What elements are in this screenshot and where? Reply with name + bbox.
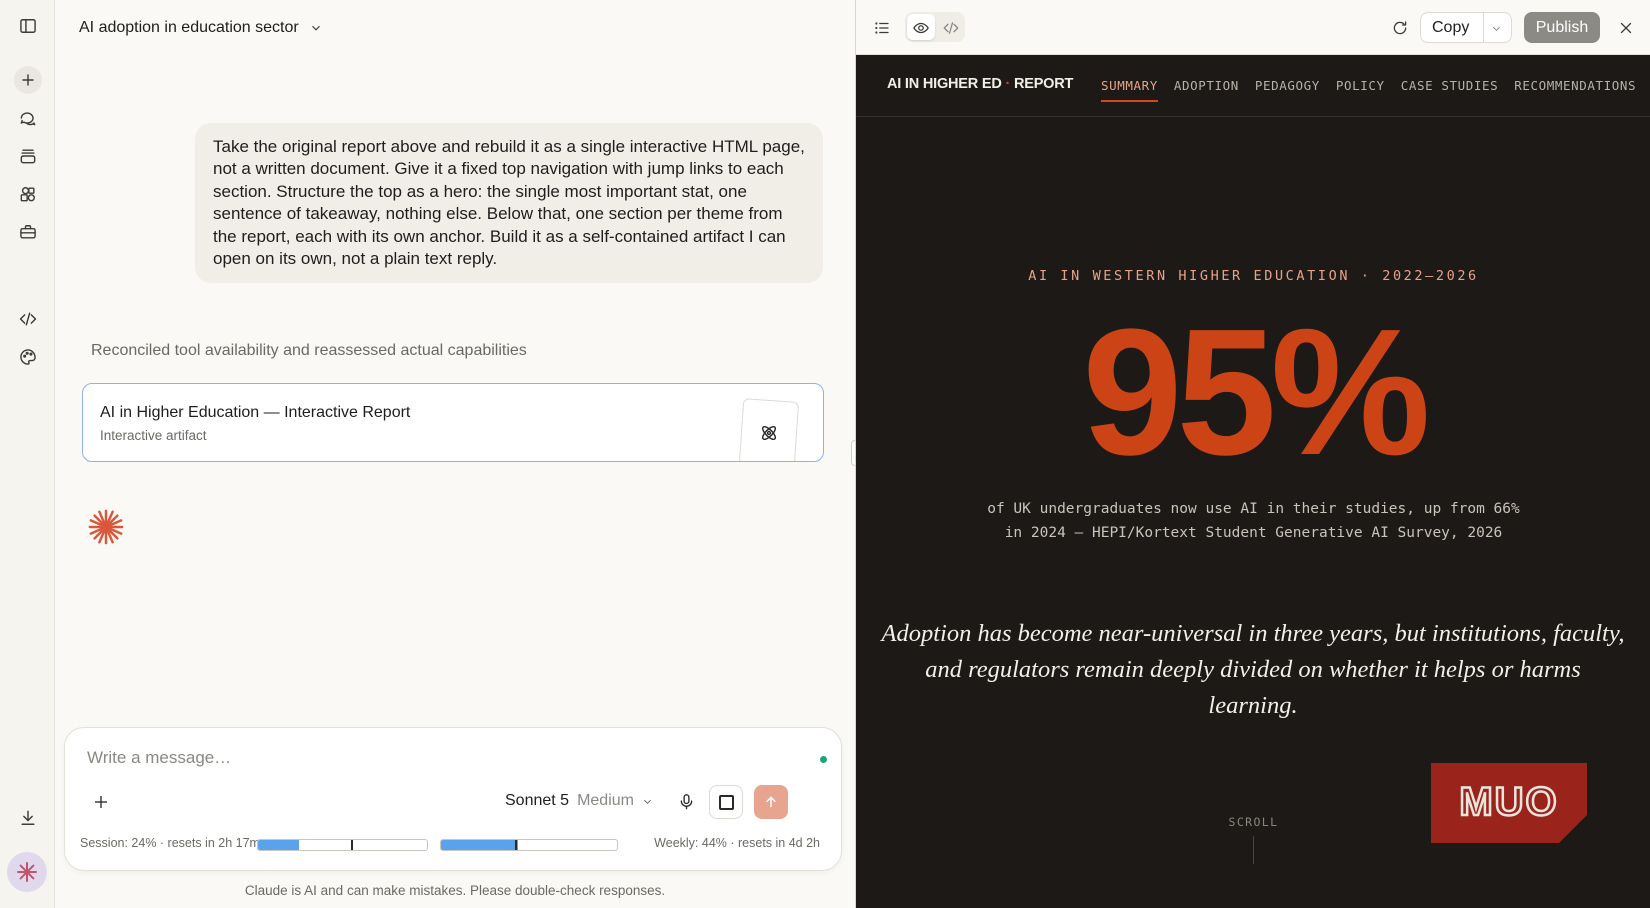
loading-spark-icon <box>88 509 124 545</box>
artifact-card-title: AI in Higher Education — Interactive Rep… <box>100 404 411 421</box>
weekly-usage-bar <box>440 839 618 851</box>
hero-kicker: AI IN WESTERN HIGHER EDUCATION · 2022–20… <box>1028 268 1479 284</box>
artifact-toolbar: Copy Publish <box>856 0 1650 55</box>
session-usage-bar <box>257 839 428 851</box>
voice-input-button[interactable] <box>673 788 699 814</box>
report-top-nav: AI IN HIGHER ED · REPORT SUMMARY ADOPTIO… <box>856 55 1650 117</box>
chevron-down-icon[interactable] <box>1491 23 1502 34</box>
artifact-panel: Copy Publish AI IN HIGHER ED · REPORT SU… <box>855 0 1650 908</box>
stop-icon <box>718 794 734 810</box>
usage-meter: Session: 24% · resets in 2h 17m Weekly: … <box>80 833 820 853</box>
scroll-indicator-line <box>1253 836 1254 864</box>
model-effort: Medium <box>577 792 634 809</box>
weekly-usage-marker <box>514 840 517 850</box>
chevron-down-icon <box>643 799 652 804</box>
artifact-thumbnail <box>738 398 800 461</box>
copy-button-label: Copy <box>1432 19 1470 36</box>
sidebar-rail <box>0 0 55 908</box>
download-icon[interactable] <box>14 804 42 832</box>
publish-button[interactable]: Publish <box>1524 12 1600 43</box>
brand-tail: REPORT <box>1013 76 1074 92</box>
nav-link-summary[interactable]: SUMMARY <box>1101 78 1158 102</box>
atom-icon <box>761 425 777 441</box>
scroll-indicator-label: SCROLL <box>1228 815 1279 829</box>
claude-spark-icon <box>17 862 37 882</box>
artifact-card-subtitle: Interactive artifact <box>100 428 207 443</box>
user-message: Take the original report above and rebui… <box>195 123 823 284</box>
message-input[interactable]: Write a message… <box>87 748 231 768</box>
report-nav-links: SUMMARY ADOPTION PEDAGOGY POLICY CASE ST… <box>1101 78 1636 102</box>
session-usage-marker <box>350 840 353 850</box>
message-composer: Write a message… Sonnet 5 Medium Session… <box>64 727 842 871</box>
artifact-card[interactable]: AI in Higher Education — Interactive Rep… <box>82 383 824 462</box>
artifacts-icon[interactable] <box>14 180 42 208</box>
weekly-usage-label: Weekly: 44% · resets in 4d 2h <box>654 836 820 850</box>
add-attachment-button[interactable] <box>89 790 113 814</box>
new-chat-icon[interactable] <box>14 66 42 94</box>
thinking-status[interactable]: Reconciled tool availability and reasses… <box>91 342 527 360</box>
arrow-up-icon <box>766 796 776 808</box>
copy-button[interactable]: Copy <box>1420 12 1512 43</box>
model-name: Sonnet 5 <box>505 792 570 809</box>
session-usage-label: Session: 24% · resets in 2h 17m <box>80 836 260 850</box>
copy-split-divider <box>1483 13 1484 42</box>
plus-icon <box>95 796 107 808</box>
chevron-down-icon <box>311 25 320 31</box>
model-selector[interactable]: Sonnet 5 Medium <box>505 792 653 810</box>
chats-icon[interactable] <box>14 104 42 132</box>
sidebar-toggle-icon[interactable] <box>14 12 42 40</box>
palette-icon[interactable] <box>14 343 42 371</box>
muo-watermark-logo: MUO <box>1431 763 1587 843</box>
hero-stat-description: of UK undergraduates now use AI in their… <box>987 501 1520 541</box>
hero-stat: 95% <box>1082 292 1430 493</box>
report-brand[interactable]: AI IN HIGHER ED · REPORT <box>887 76 1073 92</box>
toolbox-icon[interactable] <box>14 218 42 246</box>
nav-link-adoption[interactable]: ADOPTION <box>1174 78 1239 93</box>
preview-eye-icon[interactable] <box>909 16 933 40</box>
session-usage-fill <box>258 840 299 850</box>
conversation-title-text: AI adoption in education sector <box>79 19 299 36</box>
microphone-icon <box>680 793 692 809</box>
nav-link-pedagogy[interactable]: PEDAGOGY <box>1255 78 1320 93</box>
brand-main: AI IN HIGHER ED <box>887 76 1002 92</box>
send-button[interactable] <box>754 785 788 819</box>
refresh-icon[interactable] <box>1387 15 1413 41</box>
nav-link-recommendations[interactable]: RECOMMENDATIONS <box>1514 78 1636 93</box>
chat-pane: AI adoption in education sector Take the… <box>55 0 855 908</box>
code-view-icon[interactable] <box>939 16 963 40</box>
hero-takeaway: Adoption has become near-universal in th… <box>881 620 1625 719</box>
avatar[interactable] <box>7 852 47 892</box>
outline-list-icon[interactable] <box>870 16 894 40</box>
close-icon[interactable] <box>1613 15 1639 41</box>
stop-button[interactable] <box>709 785 743 819</box>
status-dot <box>820 756 827 763</box>
projects-icon[interactable] <box>14 142 42 170</box>
disclaimer: Claude is AI and can make mistakes. Plea… <box>244 883 666 898</box>
brand-separator: · <box>1005 76 1011 92</box>
nav-link-policy[interactable]: POLICY <box>1336 78 1385 93</box>
conversation-title[interactable]: AI adoption in education sector <box>79 16 323 40</box>
nav-link-case-studies[interactable]: CASE STUDIES <box>1401 78 1499 93</box>
code-icon[interactable] <box>14 305 42 333</box>
weekly-usage-fill <box>441 840 519 850</box>
